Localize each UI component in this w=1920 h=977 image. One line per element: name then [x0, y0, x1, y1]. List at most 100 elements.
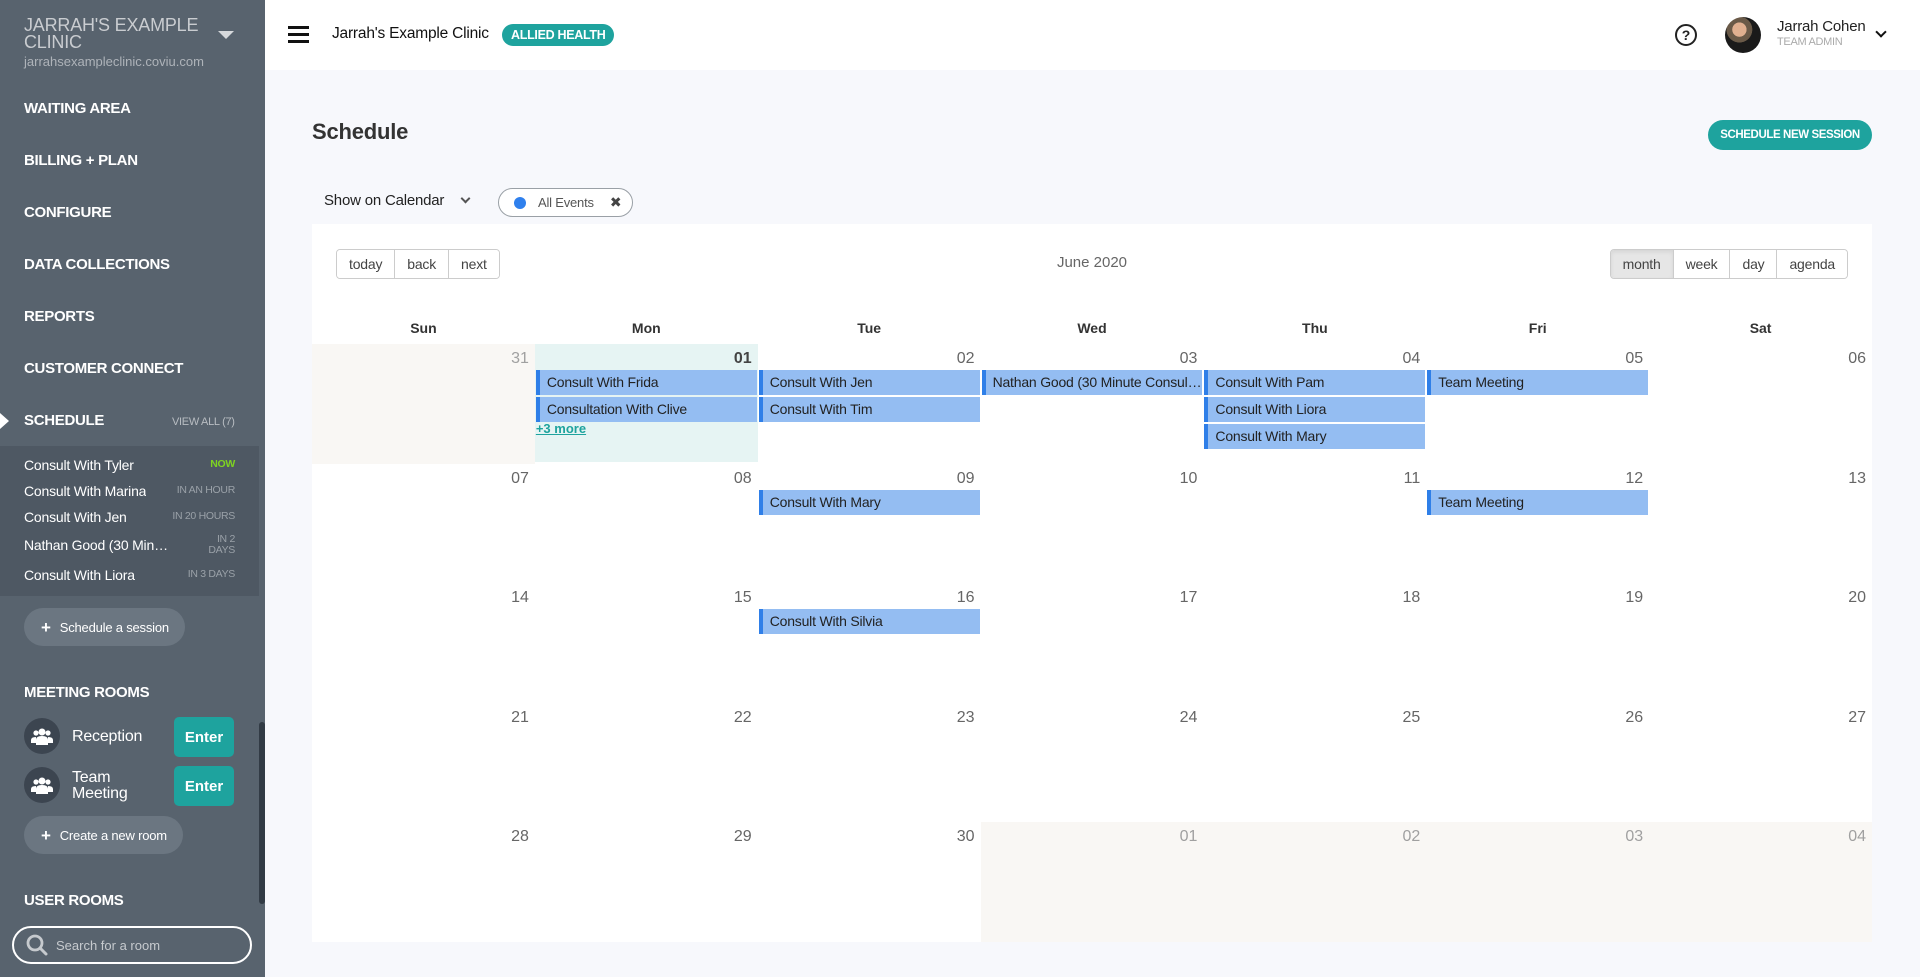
- day-cell[interactable]: 19: [1426, 583, 1649, 703]
- day-cell[interactable]: 03: [1426, 822, 1650, 942]
- calendar-event[interactable]: Consult With Tim: [758, 397, 980, 422]
- day-cell[interactable]: 11: [1203, 464, 1426, 584]
- day-number[interactable]: 07: [511, 470, 529, 488]
- calendar-event[interactable]: Consult With Frida: [535, 370, 757, 395]
- calendar-event[interactable]: Consult With Mary: [758, 489, 980, 515]
- user-avatar[interactable]: [1725, 17, 1761, 53]
- sidebar-scrollbar-thumb[interactable]: [259, 722, 265, 904]
- day-cell[interactable]: 20: [1649, 583, 1872, 703]
- view-all-link[interactable]: VIEW ALL (7): [172, 416, 235, 428]
- clinic-header[interactable]: JARRAH'S EXAMPLE CLINIC jarrahsexamplecl…: [24, 16, 224, 69]
- view-agenda-button[interactable]: agenda: [1777, 250, 1847, 278]
- day-number[interactable]: 31: [511, 350, 529, 368]
- day-number[interactable]: 10: [1180, 470, 1198, 488]
- day-number[interactable]: 25: [1402, 709, 1420, 727]
- view-week-button[interactable]: week: [1673, 250, 1731, 278]
- show-on-calendar-dropdown[interactable]: Show on Calendar: [324, 192, 444, 209]
- day-number[interactable]: 28: [511, 828, 529, 846]
- calendar-event[interactable]: Team Meeting: [1427, 489, 1649, 515]
- day-cell[interactable]: 27: [1649, 703, 1872, 823]
- day-cell[interactable]: 16: [758, 583, 981, 703]
- calendar-event[interactable]: Team Meeting: [1427, 370, 1649, 395]
- day-number[interactable]: 01: [734, 350, 752, 368]
- day-number[interactable]: 27: [1848, 709, 1866, 727]
- calendar-event[interactable]: Consult With Jen: [758, 370, 980, 395]
- day-number[interactable]: 22: [734, 709, 752, 727]
- show-more-events-link[interactable]: +3 more: [536, 421, 586, 436]
- day-number[interactable]: 02: [1402, 828, 1420, 846]
- chevron-down-icon[interactable]: [460, 193, 471, 204]
- nav-billing-plan[interactable]: BILLING + PLAN: [24, 152, 138, 169]
- day-cell[interactable]: 25: [1203, 703, 1426, 823]
- upcoming-session-item[interactable]: Consult With Tyler NOW: [24, 457, 235, 477]
- day-number[interactable]: 08: [734, 470, 752, 488]
- day-cell[interactable]: 28: [312, 822, 535, 942]
- day-cell[interactable]: 10: [981, 464, 1204, 584]
- day-cell[interactable]: 29: [535, 822, 758, 942]
- upcoming-session-item[interactable]: Consult With Liora IN 3 DAYS: [24, 567, 235, 587]
- day-cell[interactable]: 04: [1649, 822, 1872, 942]
- day-cell[interactable]: 01: [980, 822, 1204, 942]
- day-cell[interactable]: 23: [758, 703, 981, 823]
- day-cell[interactable]: 24: [981, 703, 1204, 823]
- room-search-field[interactable]: [12, 926, 252, 964]
- day-cell[interactable]: 31: [312, 344, 535, 464]
- help-icon[interactable]: ?: [1675, 24, 1697, 46]
- day-cell[interactable]: 12: [1426, 464, 1649, 584]
- day-number[interactable]: 23: [957, 709, 975, 727]
- day-cell[interactable]: 30: [758, 822, 981, 942]
- day-cell[interactable]: 17: [981, 583, 1204, 703]
- sidebar-scrollbar[interactable]: [259, 0, 265, 977]
- day-cell[interactable]: 13: [1649, 464, 1872, 584]
- day-number[interactable]: 30: [957, 828, 975, 846]
- create-room-button[interactable]: + Create a new room: [24, 816, 183, 854]
- day-number[interactable]: 18: [1402, 589, 1420, 607]
- nav-waiting-area[interactable]: WAITING AREA: [24, 100, 131, 117]
- view-month-button[interactable]: month: [1610, 250, 1674, 278]
- nav-reports[interactable]: REPORTS: [24, 308, 95, 325]
- day-number[interactable]: 14: [511, 589, 529, 607]
- day-number[interactable]: 04: [1848, 828, 1866, 846]
- day-cell[interactable]: 14: [312, 583, 535, 703]
- day-number[interactable]: 19: [1625, 589, 1643, 607]
- day-cell[interactable]: 15: [535, 583, 758, 703]
- day-cell[interactable]: 22: [535, 703, 758, 823]
- clinic-dropdown-caret-icon[interactable]: [218, 31, 234, 39]
- day-number[interactable]: 29: [734, 828, 752, 846]
- user-name[interactable]: Jarrah Cohen: [1777, 18, 1866, 35]
- day-cell[interactable]: 03: [981, 344, 1204, 464]
- day-number[interactable]: 13: [1848, 470, 1866, 488]
- calendar-event[interactable]: Nathan Good (30 Minute Consultation): [981, 370, 1203, 395]
- day-cell[interactable]: 02: [1203, 822, 1427, 942]
- day-cell[interactable]: 18: [1203, 583, 1426, 703]
- nav-schedule[interactable]: SCHEDULE: [24, 412, 104, 429]
- view-day-button[interactable]: day: [1730, 250, 1778, 278]
- calendar-event[interactable]: Consult With Liora: [1204, 397, 1426, 422]
- schedule-session-button[interactable]: + Schedule a session: [24, 608, 185, 646]
- filter-chip-all-events[interactable]: All Events ✖: [498, 188, 633, 217]
- upcoming-session-item[interactable]: Consult With Jen IN 20 HOURS: [24, 509, 235, 529]
- day-number[interactable]: 12: [1625, 470, 1643, 488]
- hamburger-menu-icon[interactable]: [288, 26, 309, 44]
- calendar-event[interactable]: Consultation With Clive: [535, 397, 757, 422]
- day-cell[interactable]: 05: [1426, 344, 1649, 464]
- enter-room-button[interactable]: Enter: [174, 766, 234, 806]
- day-number[interactable]: 17: [1180, 589, 1198, 607]
- upcoming-session-item[interactable]: Nathan Good (30 Minute Consultation) IN …: [24, 534, 235, 557]
- schedule-new-session-button[interactable]: SCHEDULE NEW SESSION: [1708, 120, 1872, 150]
- day-cell[interactable]: 26: [1426, 703, 1649, 823]
- day-number[interactable]: 24: [1180, 709, 1198, 727]
- day-cell[interactable]: 08: [535, 464, 758, 584]
- upcoming-session-item[interactable]: Consult With Marina IN AN HOUR: [24, 483, 235, 503]
- day-number[interactable]: 11: [1404, 470, 1421, 488]
- day-number[interactable]: 03: [1625, 828, 1643, 846]
- day-number[interactable]: 02: [957, 350, 975, 368]
- day-cell[interactable]: 07: [312, 464, 535, 584]
- nav-data-collections[interactable]: DATA COLLECTIONS: [24, 256, 170, 273]
- day-number[interactable]: 09: [957, 470, 975, 488]
- calendar-event[interactable]: Consult With Silvia: [758, 609, 980, 634]
- day-number[interactable]: 06: [1848, 350, 1866, 368]
- day-number[interactable]: 26: [1625, 709, 1643, 727]
- nav-configure[interactable]: CONFIGURE: [24, 204, 112, 221]
- nav-customer-connect[interactable]: CUSTOMER CONNECT: [24, 360, 183, 377]
